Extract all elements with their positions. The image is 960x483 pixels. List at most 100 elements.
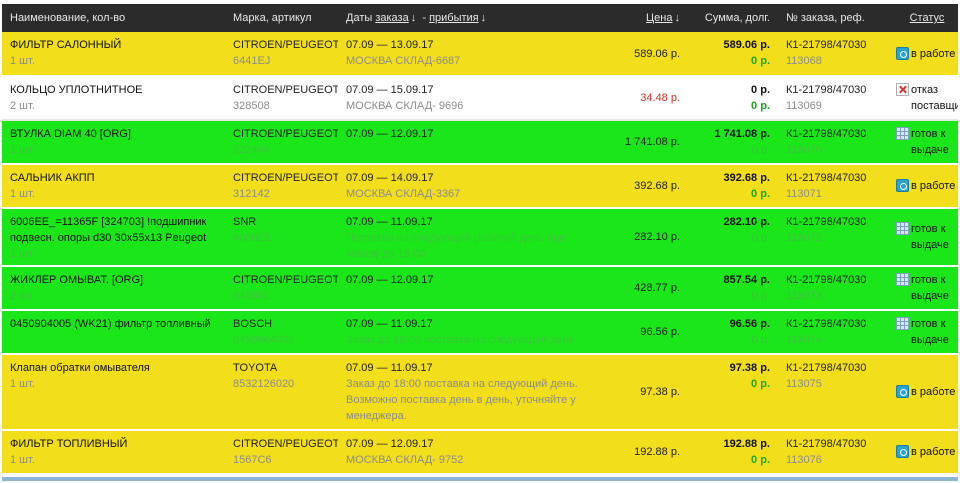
item-dates: 07.09 — 12.09.17 bbox=[346, 274, 434, 286]
sort-price-link[interactable]: Цена bbox=[646, 12, 672, 24]
item-dates: 07.09 — 15.09.17 bbox=[346, 84, 434, 96]
cell-price: 34.48 р. bbox=[588, 76, 688, 121]
cell-dates: 07.09 — 14.09.17 МОСКВА СКЛАД-3367 bbox=[338, 164, 588, 209]
item-article: 6441EJ bbox=[233, 55, 271, 67]
table-row[interactable]: ВТУЛКА DIAM 40 [ORG] 1 шт. CITROEN/PEUGEOT… bbox=[2, 120, 958, 165]
table-row[interactable]: КОЛЬЦО УПЛОТНИТНОЕ 2 шт. CITROEN/PEUGEOT 32… bbox=[2, 76, 958, 121]
cell-price: 97.38 р. bbox=[588, 354, 688, 431]
item-article: 6006EE bbox=[233, 232, 273, 244]
item-debt: 0 р. bbox=[751, 334, 770, 346]
cell-order: К1-21798/47030 113074 bbox=[778, 310, 888, 355]
item-ref: 113076 bbox=[786, 454, 822, 466]
cell-order: К1-21798/47030 113075 bbox=[778, 354, 888, 431]
item-price: 192.88 р. bbox=[634, 446, 680, 458]
item-brand: BOSCH bbox=[233, 318, 273, 330]
cell-name: САЛЬНИК АКПП 1 шт. bbox=[2, 164, 225, 209]
sort-arrow-icon: ↓ bbox=[674, 12, 681, 24]
item-dates: 07.09 — 12.09.17 bbox=[346, 128, 434, 140]
gear-icon bbox=[896, 445, 909, 458]
item-order-number: К1-21798/47030 bbox=[786, 438, 867, 450]
sort-order-date-link[interactable]: заказа bbox=[375, 12, 408, 24]
item-sum: 1 741.08 р. bbox=[714, 128, 770, 140]
cell-dates: 07.09 — 12.09.17 МОСКВА СКЛАД- 9752 bbox=[338, 430, 588, 475]
status-text: готов к выдаче bbox=[911, 274, 949, 302]
table-row[interactable]: ФИЛЬТР САЛОННЫЙ 1 шт. CITROEN/PEUGEOT 6441E… bbox=[2, 32, 958, 77]
cell-order: К1-21798/47030 113076 bbox=[778, 430, 888, 475]
item-brand: CITROEN/PEUGEOT bbox=[233, 128, 338, 140]
status-badge[interactable]: в работе bbox=[896, 384, 958, 400]
cell-sum: 96.56 р. 0 р. bbox=[688, 310, 778, 355]
cell-sum: 97.38 р. 0 р. bbox=[688, 354, 778, 431]
item-dates: 07.09 — 11.09.17 bbox=[346, 362, 433, 374]
item-article: 1567C6 bbox=[233, 454, 272, 466]
item-sum: 857.54 р. bbox=[723, 274, 770, 286]
cell-brand: CITROEN/PEUGEOT 1567C6 bbox=[225, 430, 338, 475]
table-row[interactable]: 0450904005 (WK21) фильтр топливный BOSCH 0… bbox=[2, 310, 958, 355]
item-sum: 192.88 р. bbox=[723, 438, 770, 450]
item-order-number: К1-21798/47030 bbox=[786, 216, 867, 228]
dates-prefix: Даты bbox=[346, 12, 373, 24]
status-badge[interactable]: готов к выдаче bbox=[896, 221, 958, 253]
item-name: САЛЬНИК АКПП bbox=[10, 172, 95, 184]
cell-status: готов к выдаче bbox=[888, 310, 958, 355]
item-order-number: К1-21798/47030 bbox=[786, 318, 867, 330]
cell-order: К1-21798/47030 113069 bbox=[778, 76, 888, 121]
item-price: 392.68 р. bbox=[634, 180, 680, 192]
cell-status: готов к выдаче bbox=[888, 120, 958, 165]
status-badge[interactable]: отказ поставщика bbox=[896, 82, 958, 114]
item-ref: 113072 bbox=[786, 232, 822, 244]
status-badge[interactable]: готов к выдаче bbox=[896, 316, 958, 348]
item-name: 6006EE_=11365F [324703] !подшипник подве… bbox=[10, 216, 207, 244]
item-debt: 0 р. bbox=[751, 290, 770, 302]
item-supply-info: Заказ до 18:00 поставка на следующий ден… bbox=[346, 334, 578, 346]
cell-price: 392.68 р. bbox=[588, 164, 688, 209]
table-bottom-border bbox=[2, 477, 958, 481]
cell-sum: 192.88 р. 0 р. bbox=[688, 430, 778, 475]
table-row[interactable]: ЖИКЛЕР ОМЫВАТ. [ORG] 2 шт. CITROEN/PEUGEOT… bbox=[2, 266, 958, 311]
item-debt: 0 р. bbox=[751, 100, 770, 112]
table-row[interactable]: Клапан обратки омывателя 1 шт. TOYOTA 85321… bbox=[2, 354, 958, 431]
orders-table-wrapper: Наименование, кол-во Марка, артикул Даты… bbox=[2, 4, 958, 475]
status-text: отказ поставщика bbox=[911, 84, 958, 112]
cell-order: К1-21798/47030 113072 bbox=[778, 208, 888, 267]
sort-arrival-date-link[interactable]: прибытия bbox=[429, 12, 479, 24]
cell-order: К1-21798/47030 113068 bbox=[778, 32, 888, 77]
status-text: готов к выдаче bbox=[911, 318, 949, 346]
status-badge[interactable]: в работе bbox=[896, 178, 958, 194]
sort-status-link[interactable]: Статус bbox=[910, 12, 945, 24]
item-quantity: 1 шт. bbox=[10, 188, 35, 200]
cell-brand: CITROEN/PEUGEOT 312142 bbox=[225, 164, 338, 209]
item-price: 34.48 р. bbox=[640, 92, 680, 104]
col-price-header: Цена ↓ bbox=[588, 4, 688, 32]
cell-brand: CITROEN/PEUGEOT 643851 bbox=[225, 266, 338, 311]
item-sum: 97.38 р. bbox=[729, 362, 770, 374]
item-article: 312142 bbox=[233, 188, 270, 200]
status-badge[interactable]: готов к выдаче bbox=[896, 272, 958, 304]
table-row[interactable]: ФИЛЬТР ТОПЛИВНЫЙ 1 шт. CITROEN/PEUGEOT 1567… bbox=[2, 430, 958, 475]
col-status-header: Статус bbox=[888, 4, 958, 32]
item-price: 1 741.08 р. bbox=[624, 136, 680, 148]
col-name-header: Наименование, кол-во bbox=[2, 4, 225, 32]
item-supply-info: МОСКВА СКЛАД- 9696 bbox=[346, 100, 464, 112]
item-brand: CITROEN/PEUGEOT bbox=[233, 39, 338, 51]
table-body: ФИЛЬТР САЛОННЫЙ 1 шт. CITROEN/PEUGEOT 6441E… bbox=[2, 32, 958, 475]
cell-name: КОЛЬЦО УПЛОТНИТНОЕ 2 шт. bbox=[2, 76, 225, 121]
cell-brand: TOYOTA 8532126020 bbox=[225, 354, 338, 431]
item-name: Клапан обратки омывателя bbox=[10, 362, 150, 374]
item-article: 328508 bbox=[233, 100, 270, 112]
table-row[interactable]: САЛЬНИК АКПП 1 шт. CITROEN/PEUGEOT 312142 07… bbox=[2, 164, 958, 209]
item-order-number: К1-21798/47030 bbox=[786, 172, 867, 184]
cell-price: 589.06 р. bbox=[588, 32, 688, 77]
cell-price: 428.77 р. bbox=[588, 266, 688, 311]
status-badge[interactable]: готов к выдаче bbox=[896, 126, 958, 158]
cell-name: ФИЛЬТР ТОПЛИВНЫЙ 1 шт. bbox=[2, 430, 225, 475]
table-row[interactable]: 6006EE_=11365F [324703] !подшипник подве… bbox=[2, 208, 958, 267]
status-text: в работе bbox=[911, 47, 956, 60]
status-badge[interactable]: в работе bbox=[896, 46, 958, 62]
item-ref: 113069 bbox=[786, 100, 822, 112]
cell-name: 6006EE_=11365F [324703] !подшипник подве… bbox=[2, 208, 225, 267]
item-quantity: 1 шт. bbox=[10, 55, 35, 67]
item-supply-info: Заказ до 18:00 поставка на следующий ден… bbox=[346, 378, 578, 422]
cell-status: готов к выдаче bbox=[888, 208, 958, 267]
status-badge[interactable]: в работе bbox=[896, 444, 958, 460]
